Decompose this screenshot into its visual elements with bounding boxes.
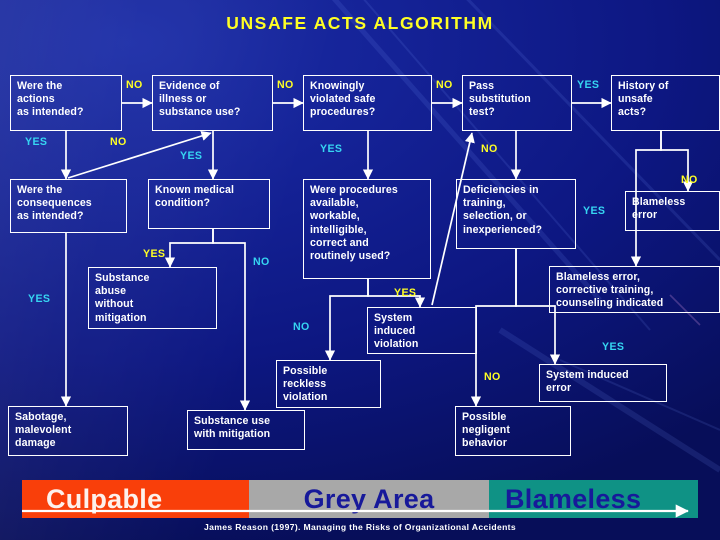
edge-label-no-pass-to-deficiencies: NO xyxy=(481,143,498,155)
edge-label-yes-procedures-to-reckless: NO xyxy=(293,321,310,333)
node-label: History of unsafe acts? xyxy=(618,80,669,119)
edge-label-no-known-medical-to-abuse: YES xyxy=(143,248,166,260)
edge-label-no-evidence-to-knowingly: NO xyxy=(277,79,294,91)
edge-label-yes-knowingly-to-procedures: YES xyxy=(320,143,343,155)
culpability-spectrum-bar: Culpable Grey Area Blameless xyxy=(22,480,698,518)
node-label: Pass substitution test? xyxy=(469,80,531,119)
node-possible-negligent-behavior[interactable]: Possible negligent behavior xyxy=(455,406,571,456)
node-label: Blameless error xyxy=(632,196,686,222)
node-possible-reckless-violation[interactable]: Possible reckless violation xyxy=(276,360,381,408)
node-label: Known medical condition? xyxy=(155,184,234,210)
node-were-procedures-available[interactable]: Were procedures available, workable, int… xyxy=(303,179,431,279)
node-were-the-actions-as-intended[interactable]: Were the actions as intended? xyxy=(10,75,122,131)
node-blameless-error-corrective-training[interactable]: Blameless error, corrective training, co… xyxy=(549,266,720,313)
node-label: System induced error xyxy=(546,369,629,395)
node-label: Substance use with mitigation xyxy=(194,415,271,441)
node-history-of-unsafe-acts[interactable]: History of unsafe acts? xyxy=(611,75,720,131)
node-label: Blameless error, corrective training, co… xyxy=(556,271,664,310)
node-system-induced-violation[interactable]: System induced violation xyxy=(367,307,477,354)
node-evidence-of-illness-or-substance-use[interactable]: Evidence of illness or substance use? xyxy=(152,75,273,131)
node-label: Sabotage, malevolent damage xyxy=(15,411,72,450)
node-blameless-error[interactable]: Blameless error xyxy=(625,191,720,231)
node-label: Possible negligent behavior xyxy=(462,411,510,450)
node-label: System induced violation xyxy=(374,312,419,351)
node-sabotage-malevolent-damage[interactable]: Sabotage, malevolent damage xyxy=(8,406,128,456)
node-label: Substance abuse without mitigation xyxy=(95,272,150,324)
edge-label-yes-history-to-corrective: YES xyxy=(583,205,606,217)
edge-label-yes-consequences-to-sabotage: YES xyxy=(28,293,51,305)
edge-label-yes-known-medical-to-mitigation: NO xyxy=(253,256,270,268)
node-deficiencies-in-training[interactable]: Deficiencies in training, selection, or … xyxy=(456,179,576,249)
node-label: Possible reckless violation xyxy=(283,365,328,404)
edge-label-no-consequences-to-evidence: NO xyxy=(110,136,127,148)
node-substance-abuse-without-mitigation[interactable]: Substance abuse without mitigation xyxy=(88,267,217,329)
edge-label-yes-evidence-to-known-medical: YES xyxy=(180,150,203,162)
node-label: Knowingly violated safe procedures? xyxy=(310,80,376,119)
node-system-induced-error[interactable]: System induced error xyxy=(539,364,667,402)
spectrum-label-grey-area: Grey Area xyxy=(303,483,435,514)
edge-label-yes-pass-to-history: YES xyxy=(577,79,600,91)
edge-label-no-procedures-to-system-violation: YES xyxy=(394,287,417,299)
edge-label-yes-deficiencies-to-system-error: YES xyxy=(602,341,625,353)
edge-label-no-actions-to-evidence: NO xyxy=(126,79,143,91)
node-substance-use-with-mitigation[interactable]: Substance use with mitigation xyxy=(187,410,305,450)
node-label: Were procedures available, workable, int… xyxy=(310,184,398,263)
node-knowingly-violated-safe-procedures[interactable]: Knowingly violated safe procedures? xyxy=(303,75,432,131)
spectrum-segment-blameless: Blameless xyxy=(489,480,698,518)
slide-background: UNSAFE ACTS ALGORITHM Were the actions a… xyxy=(0,0,720,540)
source-caption: James Reason (1997). Managing the Risks … xyxy=(203,522,517,532)
node-pass-substitution-test[interactable]: Pass substitution test? xyxy=(462,75,572,131)
edge-label-no-deficiencies-to-negligent: NO xyxy=(484,371,501,383)
spectrum-label-blameless: Blameless xyxy=(505,483,642,514)
spectrum-label-culpable: Culpable xyxy=(46,483,163,514)
edge-label-no-knowingly-to-pass: NO xyxy=(436,79,453,91)
spectrum-segment-culpable: Culpable xyxy=(22,480,249,518)
node-label: Deficiencies in training, selection, or … xyxy=(463,184,543,236)
node-known-medical-condition[interactable]: Known medical condition? xyxy=(148,179,270,229)
edge-label-yes-actions-to-consequences: YES xyxy=(25,136,48,148)
node-label: Were the actions as intended? xyxy=(17,80,84,119)
spectrum-segment-grey-area: Grey Area xyxy=(249,480,489,518)
edge-label-no-history-to-blameless-error: NO xyxy=(681,174,698,186)
node-were-the-consequences-as-intended[interactable]: Were the consequences as intended? xyxy=(10,179,127,233)
node-label: Evidence of illness or substance use? xyxy=(159,80,241,119)
node-label: Were the consequences as intended? xyxy=(17,184,92,223)
